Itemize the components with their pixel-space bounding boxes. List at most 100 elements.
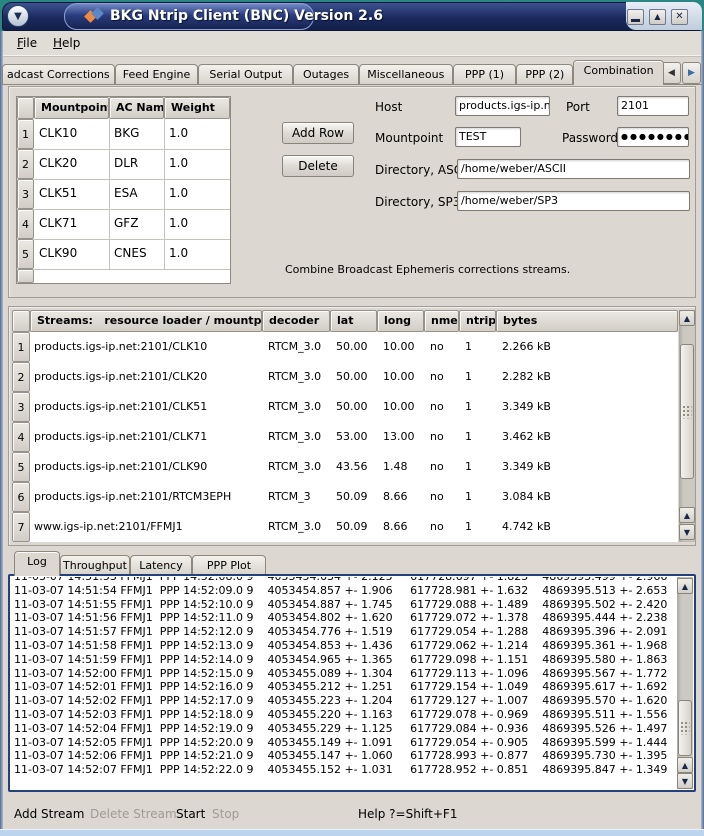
delete-stream-button[interactable]: Delete Stream [90,804,177,824]
window-title: BKG Ntrip Client (BNC) Version 2.6 [110,8,383,24]
close-button[interactable]: ✕ [671,9,688,25]
tab-feed-engine[interactable]: Feed Engine [115,64,199,85]
streams-scroll-up2-button[interactable]: ▲ [679,507,695,523]
row-number-partial [17,269,34,283]
cell-ac-name[interactable]: BKG [109,119,164,149]
delete-button[interactable]: Delete [282,155,354,177]
tab-latency[interactable]: Latency [130,555,192,576]
password-field[interactable]: ●●●●●●●● [617,127,689,147]
streams-header-mountpoint: Streams: resource loader / mountpoint [30,310,262,332]
maximize-button[interactable]: ▲ [649,9,666,25]
add-row-button[interactable]: Add Row [282,122,354,144]
stream-row[interactable]: 1 products.igs-ip.net:2101/CLK10 RTCM_3.… [12,332,678,362]
help-button[interactable]: Help ?=Shift+F1 [358,804,457,824]
scroll-up-icon: ▲ [682,761,688,770]
thumb-grip-icon [681,722,690,735]
tab-throughput[interactable]: Throughput [60,555,130,576]
stream-row[interactable]: 2 products.igs-ip.net:2101/CLK20 RTCM_3.… [12,362,678,392]
log-line: 11-03-07 14:51:59 FFMJ1 PPP 14:52:14.0 9… [14,653,672,667]
grid-line [34,239,230,240]
window-menu-button[interactable]: ▼ [7,5,29,27]
log-line: 11-03-07 14:52:04 FFMJ1 PPP 14:52:19.0 9… [14,722,672,736]
log-line: 11-03-07 14:51:53 FFMJ1 PPP 14:52:08.0 9… [14,577,672,584]
tab-ppp-plot[interactable]: PPP Plot [192,555,266,576]
streams-scroll-down-button[interactable]: ▼ [679,524,695,540]
tab-ppp-2[interactable]: PPP (2) [516,64,573,85]
cell-mountpoint[interactable]: CLK51 [34,179,109,209]
streams-scroll-up-button[interactable]: ▲ [679,310,695,326]
tab-outages[interactable]: Outages [293,64,359,85]
log-line: 11-03-07 14:52:03 FFMJ1 PPP 14:52:18.0 9… [14,708,672,722]
cell-ac-name[interactable]: CNES [109,239,164,269]
tab-serial-output[interactable]: Serial Output [198,64,293,85]
log-scroll-up2-button[interactable]: ▲ [677,757,693,773]
directory-sp3-field[interactable]: /home/weber/SP3 [457,191,690,211]
cell-mountpoint[interactable]: CLK71 [34,209,109,239]
row-number: 1 [17,119,34,149]
tab-scroll-right-button[interactable]: ▶ [682,62,701,84]
menu-help[interactable]: Help [49,36,84,53]
tab-broadcast-corrections[interactable]: adcast Corrections [2,64,115,85]
stop-button[interactable]: Stop [212,804,239,824]
bnc-window: ▼ BKG Ntrip Client (BNC) Version 2.6 ▲ ✕… [0,0,704,836]
row-number: 2 [17,149,34,179]
grid-line [34,179,230,180]
tab-scroll-right-icon: ▶ [688,68,695,78]
port-field[interactable]: 2101 [617,96,689,116]
stream-row[interactable]: 5 products.igs-ip.net:2101/CLK90 RTCM_3.… [12,452,678,482]
thumb-grip-icon [683,405,692,418]
streams-corner-cell [12,310,30,332]
cell-ac-name[interactable]: ESA [109,179,164,209]
scroll-down-icon: ▼ [682,777,688,786]
add-stream-button[interactable]: Add Stream [14,804,84,824]
streams-scrollbar-thumb[interactable] [680,344,694,479]
log-line: 11-03-07 14:51:56 FFMJ1 PPP 14:52:11.0 9… [14,611,672,625]
mountpoint-label: Mountpoint [375,131,443,145]
tab-scroll-left-button[interactable]: ◀ [662,62,681,84]
tab-log[interactable]: Log [14,551,60,576]
stream-row[interactable]: 3 products.igs-ip.net:2101/CLK51 RTCM_3.… [12,392,678,422]
scroll-down-icon: ▼ [684,528,690,537]
log-scroll-up-button[interactable]: ▲ [677,578,693,594]
mountpoint-field[interactable]: TEST [455,127,521,147]
grid-line [34,209,230,210]
cell-weight[interactable]: 1.0 [164,209,230,239]
cell-weight[interactable]: 1.0 [164,119,230,149]
log-text: 11-03-07 14:51:53 FFMJ1 PPP 14:52:08.0 9… [14,577,672,788]
cell-weight[interactable]: 1.0 [164,179,230,209]
menu-file[interactable]: File [13,36,41,53]
row-number: 5 [17,239,34,269]
main-tab-bar: adcast Corrections Feed Engine Serial Ou… [2,60,664,85]
log-line: 11-03-07 14:52:06 FFMJ1 PPP 14:52:21.0 9… [14,749,672,763]
log-scrollbar-thumb[interactable] [678,700,692,756]
start-button[interactable]: Start [176,804,205,824]
cell-ac-name[interactable]: DLR [109,149,164,179]
log-line: 11-03-07 14:52:07 FFMJ1 PPP 14:52:22.0 9… [14,763,672,777]
log-line: 11-03-07 14:52:02 FFMJ1 PPP 14:52:17.0 9… [14,694,672,708]
window-border-bottom [0,829,704,836]
streams-header-decoder: decoder [262,310,330,332]
cell-weight[interactable]: 1.0 [164,239,230,269]
host-field[interactable]: products.igs-ip.net [455,96,550,116]
cell-mountpoint[interactable]: CLK10 [34,119,109,149]
column-header-mountpoint: Mountpoint [34,97,109,119]
tab-miscellaneous[interactable]: Miscellaneous [359,64,453,85]
tab-combination[interactable]: Combination [573,60,664,85]
stream-row[interactable]: 7 www.igs-ip.net:2101/FFMJ1 RTCM_3.0 50.… [12,512,678,542]
stream-row[interactable]: 4 products.igs-ip.net:2101/CLK71 RTCM_3.… [12,422,678,452]
cell-weight[interactable]: 1.0 [164,149,230,179]
stream-row[interactable]: 6 products.igs-ip.net:2101/RTCM3EPH RTCM… [12,482,678,512]
cell-mountpoint[interactable]: CLK90 [34,239,109,269]
tab-ppp-1[interactable]: PPP (1) [453,64,517,85]
minimize-button[interactable] [627,9,644,25]
combination-table: Mountpoint AC Name Weight 1 CLK10 BKG 1.… [16,96,231,284]
cell-mountpoint[interactable]: CLK20 [34,149,109,179]
table-corner-cell [17,97,34,119]
cell-ac-name[interactable]: GFZ [109,209,164,239]
minimize-icon [631,19,640,22]
window-border-left [0,31,3,836]
log-scroll-down-button[interactable]: ▼ [677,773,693,789]
column-header-weight: Weight [164,97,230,119]
directory-ascii-field[interactable]: /home/weber/ASCII [457,159,690,179]
port-label: Port [566,100,590,114]
